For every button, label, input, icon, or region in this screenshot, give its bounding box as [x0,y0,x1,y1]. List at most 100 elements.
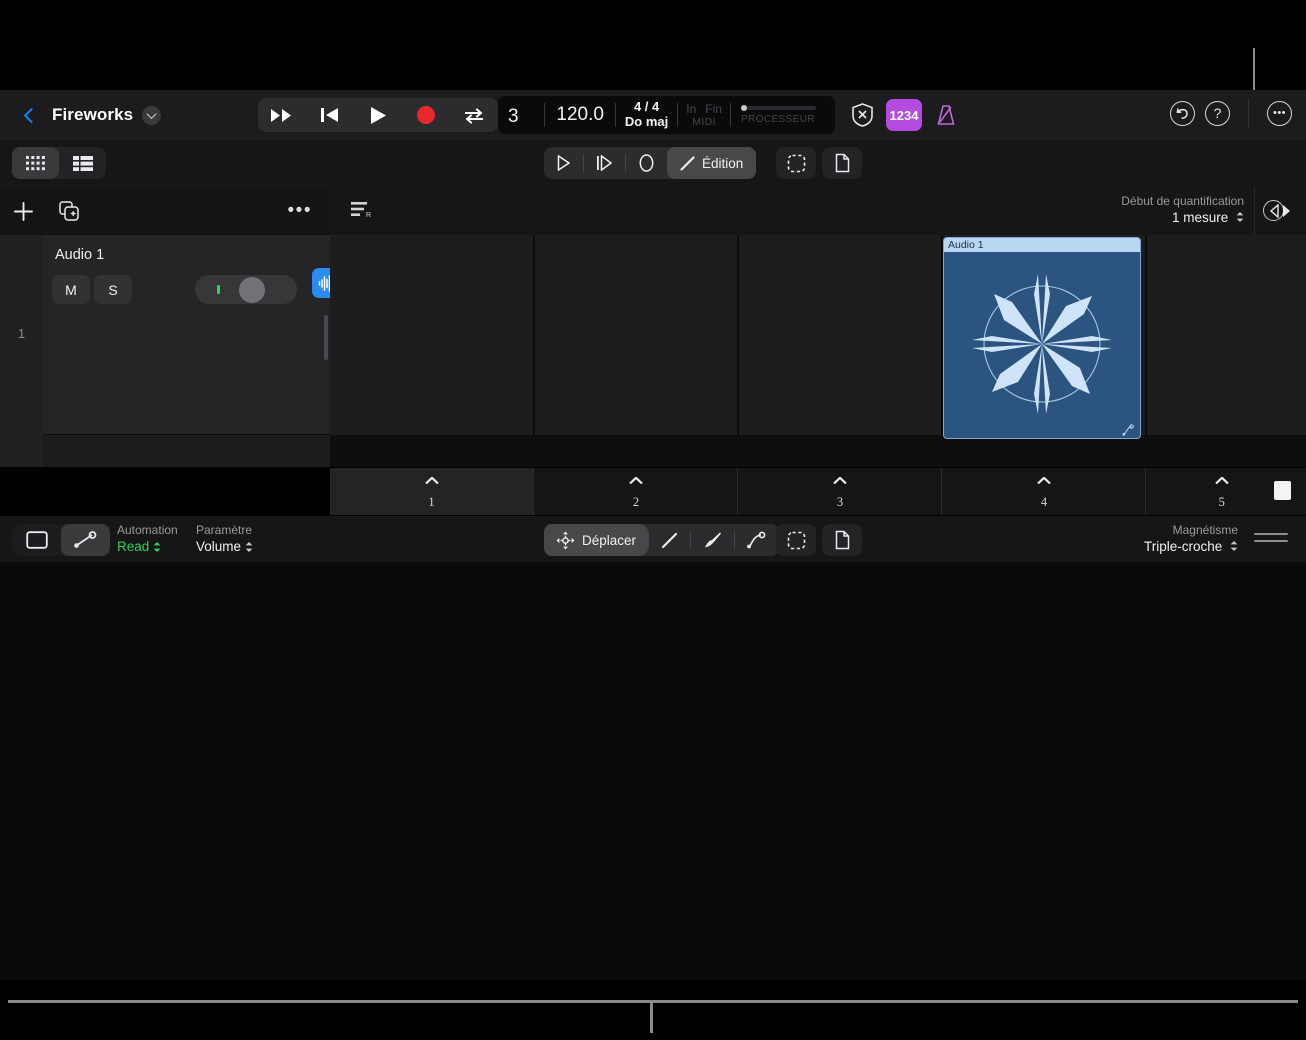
solo-button[interactable]: S [94,275,132,304]
snap-label: Magnétisme [1144,523,1238,537]
nav-left-right-button-top[interactable] [1262,200,1298,222]
region-view-button[interactable] [12,524,61,556]
select-lasso-button[interactable] [776,147,816,179]
parameter-field[interactable]: Paramètre Volume [196,523,253,554]
line-tool-button[interactable] [649,524,690,556]
play-button[interactable] [361,100,395,130]
parameter-value: Volume [196,539,241,554]
curve-tool-button[interactable] [735,524,779,556]
move-tool-button[interactable]: Déplacer [544,524,648,556]
track-volume-slider[interactable] [195,275,297,304]
play-region-button[interactable] [544,147,583,179]
screen-top-letterbox [0,0,1306,90]
track-list-more-button[interactable]: ••• [288,200,312,222]
bypass-button[interactable] [844,99,880,131]
arrange-canvas[interactable] [330,235,1306,467]
ruler-measure-3[interactable]: 3 [739,468,942,516]
panel-resize-grip[interactable] [1254,533,1288,547]
count-in-button[interactable]: 1234 [886,99,922,131]
fast-forward-icon [271,109,293,122]
ruler-measure-1[interactable]: 1 [330,468,534,516]
quantization-label: Début de quantification [1121,194,1244,208]
add-duplicate-icon [59,201,80,221]
cpu-bar [741,106,816,110]
automation-view-button[interactable] [61,524,110,556]
record-button[interactable] [409,100,443,130]
region-header: Audio 1 [944,238,1140,252]
bypass-icon [852,103,873,127]
edition-button[interactable]: Édition [667,147,756,179]
chevron-updown-icon [1230,541,1238,551]
lcd-midi-in: In [686,102,696,116]
plus-icon [14,202,33,221]
back-button[interactable] [18,100,44,130]
lcd-position[interactable]: 00 4 3 3 138 [498,96,544,134]
add-track-button[interactable] [0,191,46,231]
copy-button[interactable] [822,147,862,179]
lcd-midi-fin: Fin [705,102,722,116]
marquee-select-button[interactable] [776,524,816,556]
loop-oval-button[interactable] [626,147,667,179]
track-list-scrollbar[interactable] [324,315,328,360]
parameter-label: Paramètre [196,523,253,537]
list-view-button[interactable] [59,147,106,179]
mute-button[interactable]: M [52,275,90,304]
pencil-line-icon [661,532,678,549]
track-number: 1 [0,326,43,341]
move-tool-label: Déplacer [582,533,636,548]
volume-slider-knob[interactable] [239,277,265,303]
arrange-measure-cell[interactable] [330,235,534,435]
automation-mode-field[interactable]: Automation Read [117,523,178,554]
automation-mode-value-wrap: Read [117,539,178,554]
bottom-guide-tick [650,1000,653,1033]
play-outline-icon [557,155,570,171]
edition-label: Édition [702,156,743,171]
timeline-ruler[interactable]: 1 2 3 4 5 [330,467,1306,515]
arrange-measure-cell[interactable] [739,235,942,435]
help-button[interactable]: ? [1205,101,1230,126]
count-in-label: 1234 [890,108,919,123]
arrange-measure-cell[interactable] [1147,235,1306,435]
marquee-icon [787,154,806,173]
region-artwork [944,252,1140,438]
region-rectangle-icon [26,531,48,549]
move-arrows-icon [556,531,575,550]
rewind-to-start-button[interactable] [313,100,347,130]
automation-curve-icon [1122,424,1136,436]
metronome-icon [935,104,957,126]
fast-forward-button[interactable] [265,100,299,130]
quantization-field[interactable]: Début de quantification 1 mesure [1121,194,1244,225]
automation-mode-label: Automation [117,523,178,537]
stop-button[interactable] [1274,481,1291,500]
play-step-button[interactable] [584,147,625,179]
lcd-signature-key[interactable]: 4 / 4 Do maj [616,96,677,134]
lcd-position-beat: 3 [508,106,519,128]
project-menu-button[interactable] [142,106,161,125]
audio-region[interactable]: Audio 1 [943,237,1141,439]
snap-field[interactable]: Magnétisme Triple-croche [1144,523,1238,554]
duplicate-track-button[interactable] [46,191,92,231]
transport-controls [258,98,498,132]
ruler-measure-2[interactable]: 2 [535,468,738,516]
ruler-measure-4[interactable]: 4 [943,468,1146,516]
copy-button[interactable] [822,524,862,556]
lcd-display[interactable]: 00 4 3 3 138 120.0 4 / 4 Do maj In Fin M… [498,96,835,134]
svg-text:R: R [366,212,371,219]
undo-button[interactable] [1170,101,1195,126]
arrange-measure-cell[interactable] [535,235,738,435]
more-options-button[interactable]: ••• [1267,101,1292,126]
brush-tool-button[interactable] [691,524,734,556]
chevron-up-icon [630,477,643,484]
grid-view-button[interactable] [12,147,59,179]
arrange-list-icon[interactable]: R [350,199,374,223]
track-row[interactable]: Audio 1 M S [43,235,330,435]
cycle-button[interactable] [457,100,491,130]
bottom-guide-line [8,1000,1298,1003]
chevron-updown-icon [245,542,253,552]
help-label: ? [1214,105,1222,121]
metronome-button[interactable] [928,99,964,131]
level-led [217,285,220,294]
lcd-tempo[interactable]: 120.0 [545,96,615,134]
track-number-column [0,235,43,467]
chevron-updown-icon [153,542,161,552]
